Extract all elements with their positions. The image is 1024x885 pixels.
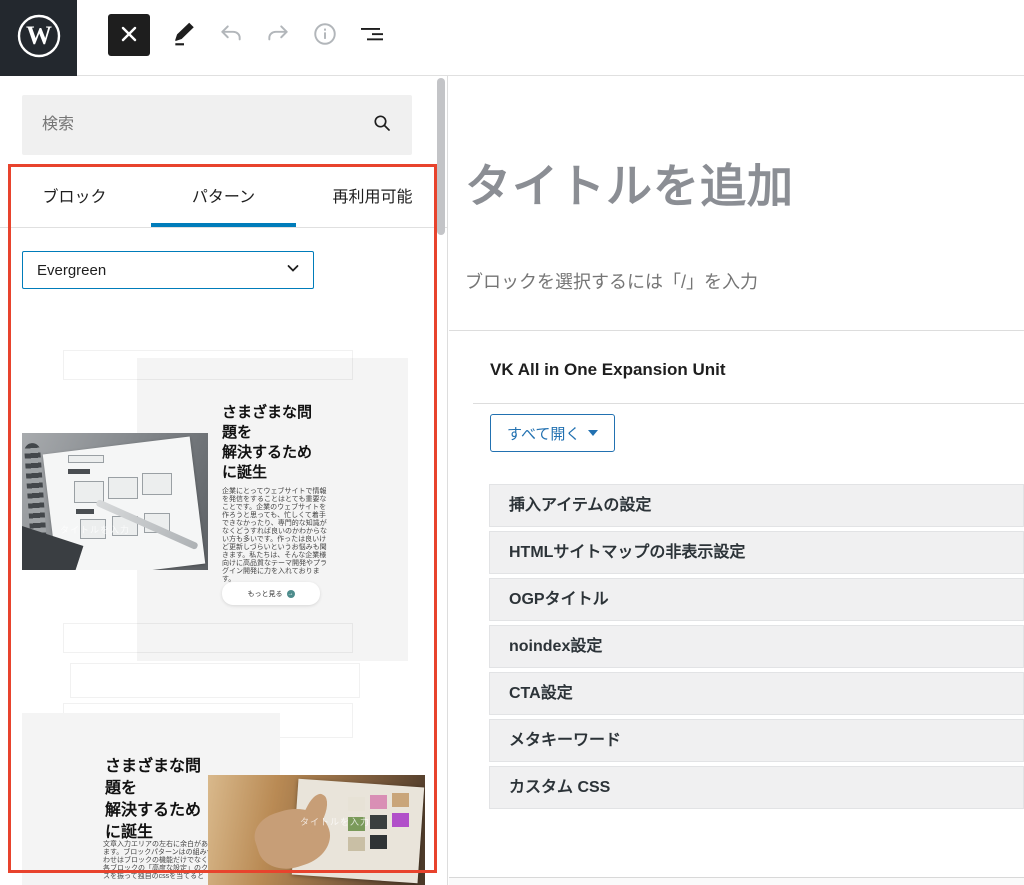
list-view-icon [358,21,386,50]
pattern1-body: 企業にとってウェブサイトで情報を発信をすることはとても重要なことです。企業のウェ… [222,488,328,584]
pattern-spacer-placeholder [63,350,353,380]
details-button[interactable] [312,22,338,48]
meta-panel-meta-keywords[interactable]: メタキーワード [489,719,1024,762]
wordpress-logo-button[interactable]: W [0,0,77,76]
meta-panel-insert-items[interactable]: 挿入アイテムの設定 [489,484,1024,527]
block-editor-screen: W [0,0,1024,885]
open-all-label: すべて開く [507,423,580,444]
svg-text:W: W [26,21,52,50]
pattern1-heading: さまざまな問 題を 解決するため に誕生 [222,403,342,483]
undo-button[interactable] [218,22,244,48]
info-icon [312,21,338,50]
search-input[interactable] [22,95,370,155]
tab-patterns[interactable]: パターン [149,163,298,227]
pencil-icon [171,21,197,50]
pattern1-notebook-photo: タイトルを入力 [22,433,208,570]
open-all-button[interactable]: すべて開く [490,414,615,452]
pattern1-photo-caption: タイトルを入力 [60,523,130,536]
redo-icon [265,21,291,50]
post-title-input[interactable]: タイトルを追加 [465,150,794,216]
pattern-search-box [22,95,412,155]
pattern-category-value: Evergreen [37,262,285,279]
meta-panel-ogp-title[interactable]: OGPタイトル [489,578,1024,621]
editor-header: W [0,0,1024,76]
wordpress-logo-icon: W [16,13,62,64]
arrow-circle-icon: → [287,590,295,598]
edit-tool-button[interactable] [171,22,197,48]
meta-panel-noindex[interactable]: noindex設定 [489,625,1024,668]
vk-meta-panels: 挿入アイテムの設定 HTMLサイトマップの非表示設定 OGPタイトル noind… [489,484,1024,813]
meta-panel-html-sitemap[interactable]: HTMLサイトマップの非表示設定 [489,531,1024,574]
meta-panel-cta[interactable]: CTA設定 [489,672,1024,715]
close-icon [120,25,138,46]
sidebar-scrollbar-thumb[interactable] [437,78,445,235]
tab-reusable[interactable]: 再利用可能 [298,163,447,227]
search-icon [370,111,394,140]
vk-panel-title: VK All in One Expansion Unit [490,360,726,380]
pattern1-more-button: もっと見る → [222,582,320,605]
pattern2-tablet-photo: タイトルを入力 [208,775,425,885]
divider [473,403,1024,404]
pattern-category-select[interactable]: Evergreen [22,251,314,289]
undo-icon [218,21,244,50]
pattern2-body: 文章入力エリアの左右に余白があります。ブロックパターンはの組み合わせはブロックの… [103,841,215,881]
redo-button[interactable] [265,22,291,48]
pattern-spacer-placeholder [63,623,353,653]
tab-blocks[interactable]: ブロック [0,163,149,227]
block-inserter-panel: ブロック パターン 再利用可能 Evergreen [0,76,448,885]
editor-toolbar [108,13,385,57]
canvas-bottom-edge [449,877,1024,885]
chevron-down-icon [285,260,301,281]
caret-down-icon [588,430,598,436]
divider [449,330,1024,331]
block-appender-placeholder[interactable]: ブロックを選択するには「/」を入力 [465,268,758,294]
editor-canvas: タイトルを追加 ブロックを選択するには「/」を入力 VK All in One … [449,76,1024,885]
inserter-tabs: ブロック パターン 再利用可能 [0,163,447,228]
list-view-button[interactable] [359,22,385,48]
pattern2-photo-caption: タイトルを入力 [300,815,370,828]
pattern-spacer-placeholder [70,663,360,698]
more-button-label: もっと見る [248,589,283,599]
meta-panel-custom-css[interactable]: カスタム CSS [489,766,1024,809]
block-inserter-toggle-button[interactable] [108,14,150,56]
